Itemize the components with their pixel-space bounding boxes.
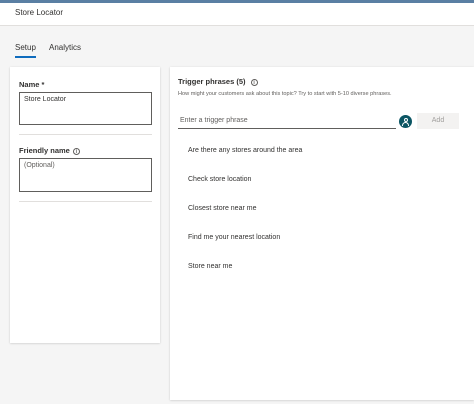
friendly-name-label: Friendly name i <box>19 146 80 155</box>
info-icon[interactable]: i <box>72 147 80 155</box>
topic-details-card: Name * Store Locator Friendly name i (Opt… <box>10 67 160 343</box>
friendly-name-field[interactable]: (Optional) <box>19 158 152 192</box>
divider <box>19 134 152 135</box>
friendly-name-label-text: Friendly name <box>19 146 70 155</box>
trigger-phrases-title: Trigger phrases (5) <box>178 77 246 86</box>
trigger-phrase-item[interactable]: Store near me <box>188 263 232 270</box>
name-field[interactable]: Store Locator <box>19 92 152 125</box>
tab-analytics[interactable]: Analytics <box>49 43 81 52</box>
trigger-phrases-description: How might your customers ask about this … <box>178 91 392 97</box>
trigger-phrase-item[interactable]: Are there any stores around the area <box>188 147 302 154</box>
copilot-person-icon[interactable] <box>399 115 412 128</box>
trigger-phrases-card: Trigger phrases (5) i How might your cust… <box>170 67 474 400</box>
trigger-phrase-item[interactable]: Find me your nearest location <box>188 234 280 241</box>
copilot-icon-body <box>402 122 409 126</box>
divider <box>19 201 152 202</box>
trigger-phrase-item[interactable]: Closest store near me <box>188 205 256 212</box>
trigger-phrases-header: Trigger phrases (5) i <box>178 77 258 86</box>
selected-tab-indicator <box>15 56 36 58</box>
tab-setup[interactable]: Setup <box>15 43 36 52</box>
trigger-phrase-item[interactable]: Check store location <box>188 176 251 183</box>
friendly-name-placeholder: (Optional) <box>24 162 55 169</box>
title-bar: Store Locator <box>0 0 474 26</box>
name-value: Store Locator <box>24 96 67 103</box>
copilot-icon-head <box>403 117 408 122</box>
add-button[interactable]: Add <box>417 113 459 129</box>
info-icon[interactable]: i <box>250 78 258 86</box>
trigger-phrase-input[interactable]: Enter a trigger phrase <box>178 115 396 129</box>
trigger-phrase-placeholder: Enter a trigger phrase <box>180 117 248 124</box>
window-title: Store Locator <box>15 8 64 17</box>
name-label: Name * <box>19 80 45 89</box>
